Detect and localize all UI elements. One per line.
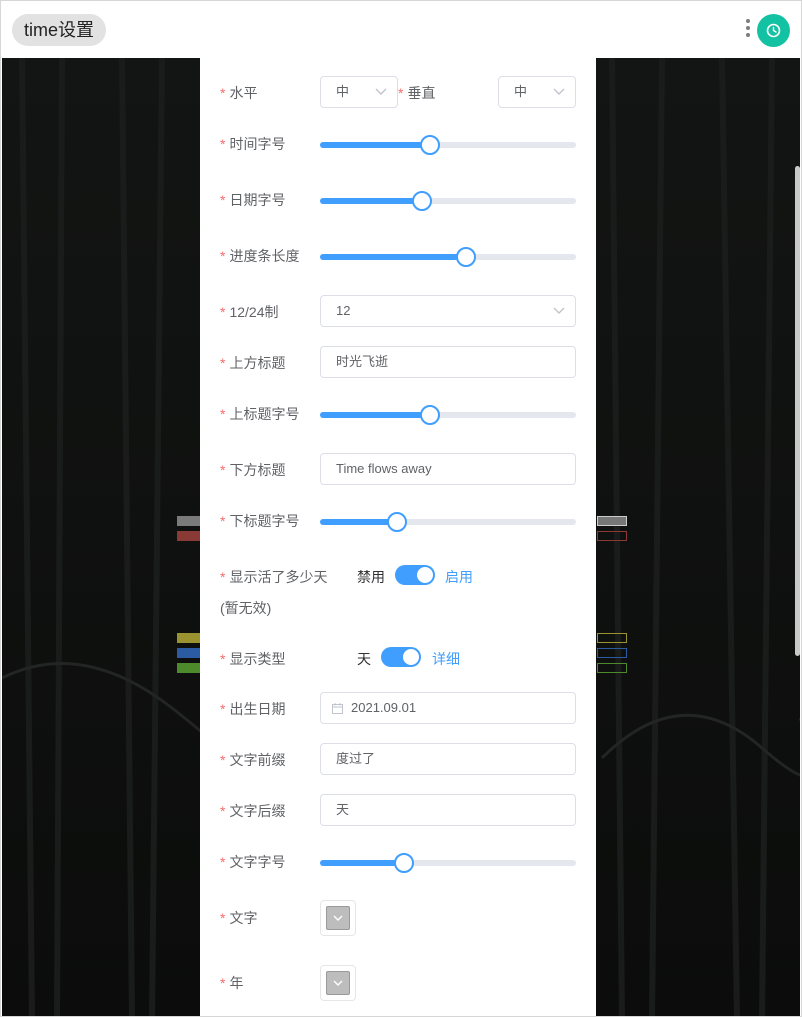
chevron-down-icon: [375, 88, 387, 95]
birth-date-label: * 出生日期: [220, 701, 286, 717]
top-title-size-slider[interactable]: [320, 405, 576, 425]
decor-bar: [177, 516, 201, 526]
switch-on-label[interactable]: 详细: [432, 649, 460, 669]
text-prefix-label: * 文字前缀: [220, 752, 286, 768]
hour-format-label: * 12/24制: [220, 304, 279, 320]
text-font-size-slider[interactable]: [320, 853, 576, 873]
switch-off-label[interactable]: 天: [357, 649, 371, 669]
scrollbar[interactable]: [795, 166, 800, 656]
progress-length-label: * 进度条长度: [220, 248, 300, 264]
slider-handle[interactable]: [420, 135, 441, 155]
text-suffix-input[interactable]: 天: [320, 794, 576, 826]
top-title-label: * 上方标题: [220, 355, 286, 371]
text-color-label: * 文字: [220, 910, 258, 926]
text-prefix-input[interactable]: 度过了: [320, 743, 576, 775]
slider-handle[interactable]: [455, 247, 476, 267]
time-font-size-label: * 时间字号: [220, 136, 286, 152]
decor-bar: [597, 633, 627, 643]
hour-format-select[interactable]: 12: [320, 295, 576, 327]
calendar-icon: [332, 703, 343, 714]
chevron-down-icon: [553, 307, 565, 314]
decor-bar: [177, 648, 201, 658]
decor-bar: [597, 531, 627, 541]
page-title: time设置: [12, 14, 107, 46]
decor-bar: [597, 648, 627, 658]
settings-panel: * 水平 中 * 垂直 中 * 时间字号 * 日期字号 * 进度条长度 * 12…: [200, 58, 596, 1016]
bottom-title-size-slider[interactable]: [320, 512, 576, 532]
date-font-size-label: * 日期字号: [220, 192, 286, 208]
header-bar: time设置: [1, 1, 801, 58]
switch-off-label[interactable]: 禁用: [357, 567, 385, 587]
bottom-title-label: * 下方标题: [220, 462, 286, 478]
vertical-dots-icon[interactable]: [745, 19, 751, 41]
year-color-label: * 年: [220, 975, 244, 991]
date-font-size-slider[interactable]: [320, 191, 576, 211]
horizontal-select[interactable]: 中: [320, 76, 398, 108]
time-font-size-slider[interactable]: [320, 135, 576, 155]
chevron-down-icon: [553, 88, 565, 95]
display-type-switch[interactable]: [381, 647, 421, 667]
slider-handle[interactable]: [420, 405, 441, 425]
decor-bar: [597, 516, 627, 526]
decor-bar: [597, 663, 627, 673]
top-title-size-label: * 上标题字号: [220, 406, 300, 422]
show-days-switch[interactable]: [395, 565, 435, 585]
bottom-title-size-label: * 下标题字号: [220, 513, 300, 529]
switch-on-label[interactable]: 启用: [445, 567, 473, 587]
decor-bar: [177, 531, 201, 541]
decor-bar: [177, 633, 201, 643]
slider-handle[interactable]: [394, 853, 415, 873]
text-suffix-label: * 文字后缀: [220, 803, 286, 819]
slider-handle[interactable]: [386, 512, 407, 532]
vertical-select[interactable]: 中: [498, 76, 576, 108]
show-days-note: (暂无效): [220, 600, 272, 616]
horizontal-label: * 水平: [220, 85, 258, 101]
vertical-label: * 垂直: [398, 85, 436, 101]
top-title-input[interactable]: 时光飞逝: [320, 346, 576, 378]
chevron-down-icon: [333, 980, 343, 986]
progress-length-slider[interactable]: [320, 247, 576, 267]
text-color-picker[interactable]: [320, 900, 356, 936]
slider-handle[interactable]: [412, 191, 433, 211]
bottom-title-input[interactable]: Time flows away: [320, 453, 576, 485]
text-font-size-label: * 文字字号: [220, 854, 286, 870]
birth-date-picker[interactable]: 2021.09.01: [320, 692, 576, 724]
decor-bar: [177, 663, 201, 673]
display-type-label: * 显示类型: [220, 651, 286, 667]
chevron-down-icon: [333, 915, 343, 921]
app-logo-icon[interactable]: [757, 14, 790, 47]
show-days-label: * 显示活了多少天: [220, 569, 328, 585]
app-window: time设置 * 水平 中 * 垂直 中 * 时间字号 * 日期字号 * 进度条…: [0, 0, 802, 1017]
year-color-picker[interactable]: [320, 965, 356, 1001]
